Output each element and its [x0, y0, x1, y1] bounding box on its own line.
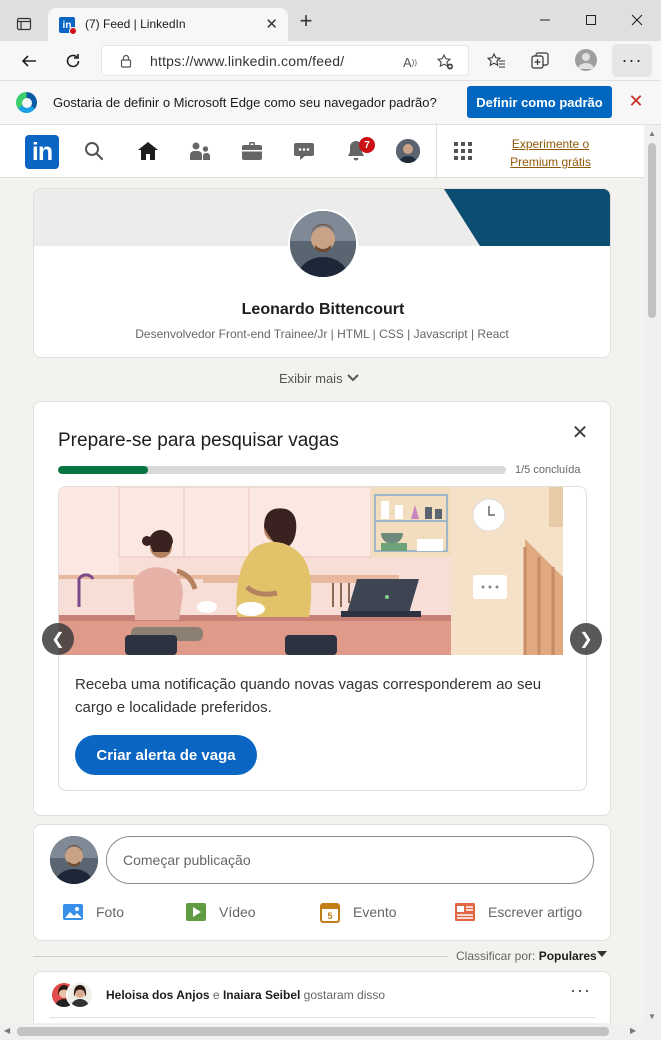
share-box: Começar publicação Foto Vídeo 5 Evento E… [33, 824, 611, 941]
horizontal-scrollbar[interactable]: ◀ ▶ [0, 1023, 661, 1040]
sort-divider [33, 956, 448, 957]
url-text[interactable]: https://www.linkedin.com/feed/ [150, 53, 344, 69]
network-icon[interactable] [188, 139, 212, 163]
show-more-label: Exibir mais [279, 371, 343, 386]
infobar-close-icon[interactable]: ✕ [626, 91, 646, 111]
collections-icon[interactable] [529, 50, 551, 72]
favorites-icon[interactable] [485, 50, 507, 72]
lock-icon[interactable] [120, 54, 132, 73]
job-search-prep-card: Prepare-se para pesquisar vagas ✕ 1/5 co… [33, 401, 611, 816]
linkedin-nav: in 7 Experimente o Premium grátis [0, 125, 644, 178]
svg-text:5: 5 [327, 911, 332, 921]
feed-post: Heloisa dos Anjos e Inaiara Seibel gosta… [33, 971, 611, 1023]
jobs-carousel: Receba uma notificação quando novas vaga… [58, 486, 587, 791]
liker-name-1[interactable]: Heloisa dos Anjos [106, 988, 210, 1002]
read-aloud-icon[interactable]: A)) [400, 52, 420, 72]
video-label: Vídeo [219, 904, 256, 920]
set-default-button[interactable]: Definir como padrão [467, 86, 612, 118]
photo-icon [62, 901, 84, 923]
browser-toolbar: https://www.linkedin.com/feed/ A)) ··· [0, 41, 661, 81]
scroll-down-icon[interactable]: ▼ [648, 1012, 656, 1021]
home-icon[interactable] [136, 139, 160, 163]
carousel-next-icon[interactable]: ❯ [570, 623, 602, 655]
sort-value: Populares [538, 949, 597, 963]
scroll-left-icon[interactable]: ◀ [4, 1026, 10, 1035]
browser-menu-button[interactable]: ··· [612, 44, 652, 77]
close-icon[interactable]: ✕ [568, 420, 592, 444]
add-favorite-icon[interactable] [435, 52, 455, 72]
search-icon[interactable] [82, 139, 106, 163]
infobar-message: Gostaria de definir o Microsoft Edge com… [53, 95, 437, 110]
event-label: Evento [353, 904, 397, 920]
liker-suffix: gostaram disso [303, 988, 386, 1002]
jobs-card-title: Prepare-se para pesquisar vagas [58, 430, 339, 451]
video-icon [185, 901, 207, 923]
article-icon [454, 901, 476, 923]
photo-label: Foto [96, 904, 125, 920]
nav-divider [436, 125, 437, 178]
share-avatar[interactable] [50, 836, 98, 884]
caret-down-icon[interactable] [597, 951, 607, 957]
linkedin-favicon-icon: in [59, 17, 77, 35]
tab-close-icon[interactable]: ✕ [265, 15, 278, 33]
premium-trial-link[interactable]: Experimente o Premium grátis [498, 135, 603, 171]
page-viewport: in 7 Experimente o Premium grátis Leonar… [0, 125, 644, 1023]
scroll-right-icon[interactable]: ▶ [630, 1026, 636, 1035]
post-more-icon[interactable]: ··· [570, 980, 591, 1001]
premium-line-2: Premium grátis [510, 155, 591, 169]
photo-button[interactable]: Foto [62, 898, 124, 926]
address-bar[interactable]: https://www.linkedin.com/feed/ A)) [101, 45, 469, 76]
video-button[interactable]: Vídeo [185, 898, 256, 926]
new-tab-button[interactable]: + [296, 10, 316, 32]
refresh-icon[interactable] [61, 49, 85, 73]
minimize-icon[interactable] [533, 10, 557, 30]
liker-name-2[interactable]: Inaiara Seibel [223, 988, 300, 1002]
profile-headline: Desenvolvedor Front-end Trainee/Jr | HTM… [135, 327, 509, 341]
linkedin-logo[interactable]: in [25, 135, 59, 169]
progress-fill [58, 466, 148, 474]
premium-line-1: Experimente o [511, 137, 590, 151]
create-job-alert-button[interactable]: Criar alerta de vaga [75, 735, 257, 775]
apps-grid-icon[interactable] [451, 139, 475, 163]
calendar-icon: 5 [319, 901, 341, 923]
event-button[interactable]: 5 Evento [319, 898, 397, 926]
browser-profile-avatar[interactable] [575, 49, 597, 71]
liker-avatars [50, 981, 96, 1009]
progress-bar [58, 466, 506, 474]
me-avatar[interactable] [396, 139, 420, 163]
progress-label: 1/5 concluída [515, 464, 581, 476]
start-post-input[interactable]: Começar publicação [106, 836, 594, 884]
maximize-icon[interactable] [579, 10, 603, 30]
browser-tab-bar: in (7) Feed | LinkedIn ✕ + [0, 0, 661, 41]
edge-logo-icon [16, 92, 37, 113]
post-divider [50, 1017, 596, 1018]
window-close-icon[interactable] [625, 10, 649, 30]
jobs-card-description: Receba uma notificação quando novas vaga… [75, 676, 542, 716]
tab-title: (7) Feed | LinkedIn [85, 17, 186, 31]
tab-actions-icon[interactable] [12, 12, 36, 36]
sort-label: Classificar por: [456, 949, 536, 963]
jobs-icon[interactable] [240, 139, 264, 163]
notifications-badge: 7 [359, 137, 375, 153]
chevron-down-icon [347, 374, 359, 382]
write-article-button[interactable]: Escrever artigo [454, 898, 582, 926]
sort-dropdown[interactable]: Classificar por: Populares [456, 949, 597, 963]
kitchen-illustration [59, 487, 563, 655]
vertical-scrollbar[interactable]: ▲ ▼ [644, 125, 661, 1023]
liker-conjunction: e [212, 988, 220, 1002]
article-label: Escrever artigo [488, 904, 583, 920]
profile-avatar[interactable] [288, 209, 358, 279]
default-browser-infobar: Gostaria de definir o Microsoft Edge com… [0, 81, 661, 125]
liker-avatar[interactable] [66, 981, 94, 1009]
back-arrow-icon[interactable] [17, 49, 41, 73]
post-likers-text: Heloisa dos Anjos e Inaiara Seibel gosta… [106, 988, 385, 1002]
carousel-prev-icon[interactable]: ❮ [42, 623, 74, 655]
vertical-scroll-thumb[interactable] [648, 143, 656, 318]
messaging-icon[interactable] [292, 139, 316, 163]
browser-tab-linkedin[interactable]: in (7) Feed | LinkedIn ✕ [48, 8, 288, 41]
profile-name[interactable]: Leonardo Bittencourt [34, 301, 610, 319]
show-more-button[interactable]: Exibir mais [279, 371, 360, 386]
horizontal-scroll-thumb[interactable] [17, 1027, 609, 1036]
scroll-up-icon[interactable]: ▲ [648, 129, 656, 138]
